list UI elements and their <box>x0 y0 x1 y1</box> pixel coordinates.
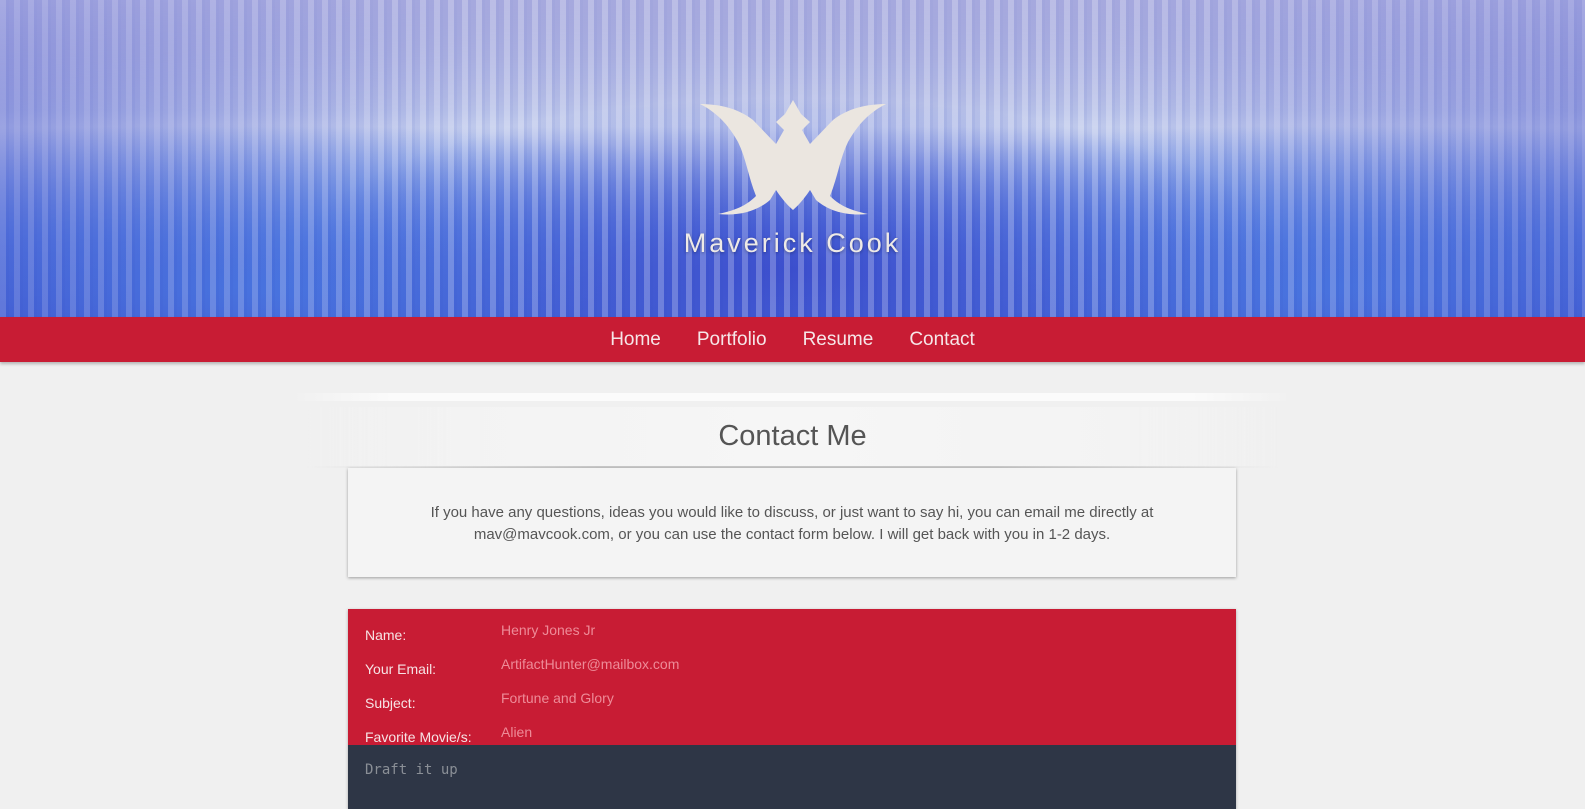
form-row-favorite-movies: Favorite Movie/s: <box>348 718 1236 752</box>
winged-emblem-logo-icon <box>700 100 886 215</box>
main-navbar: Home Portfolio Resume Contact <box>0 317 1585 362</box>
subject-input[interactable] <box>501 684 1211 712</box>
intro-card: If you have any questions, ideas you wou… <box>348 468 1236 577</box>
nav-resume-link[interactable]: Resume <box>803 329 874 351</box>
form-fields-panel: Name: Your Email: Subject: Favorite Movi… <box>348 609 1236 746</box>
intro-text: If you have any questions, ideas you wou… <box>430 504 1154 543</box>
contact-form: Name: Your Email: Subject: Favorite Movi… <box>348 609 1236 809</box>
email-input[interactable] <box>501 650 1211 678</box>
favorite-movies-label: Favorite Movie/s: <box>365 729 472 745</box>
favorite-movies-input[interactable] <box>501 718 1211 746</box>
nav-portfolio-link[interactable]: Portfolio <box>697 329 767 351</box>
hero-banner: Maverick Cook <box>0 0 1585 317</box>
name-input[interactable] <box>501 616 1211 644</box>
subject-label: Subject: <box>365 695 416 711</box>
form-row-name: Name: <box>348 616 1236 650</box>
page-title: Contact Me <box>718 420 867 452</box>
message-textarea[interactable] <box>348 745 1236 809</box>
form-row-subject: Subject: <box>348 684 1236 718</box>
nav-home-link[interactable]: Home <box>610 329 661 351</box>
email-label: Your Email: <box>365 661 437 677</box>
form-row-email: Your Email: <box>348 650 1236 684</box>
nav-contact-link[interactable]: Contact <box>909 329 974 351</box>
name-label: Name: <box>365 627 407 643</box>
decorative-ribbon <box>292 393 1292 401</box>
site-title: Maverick Cook <box>683 228 902 258</box>
